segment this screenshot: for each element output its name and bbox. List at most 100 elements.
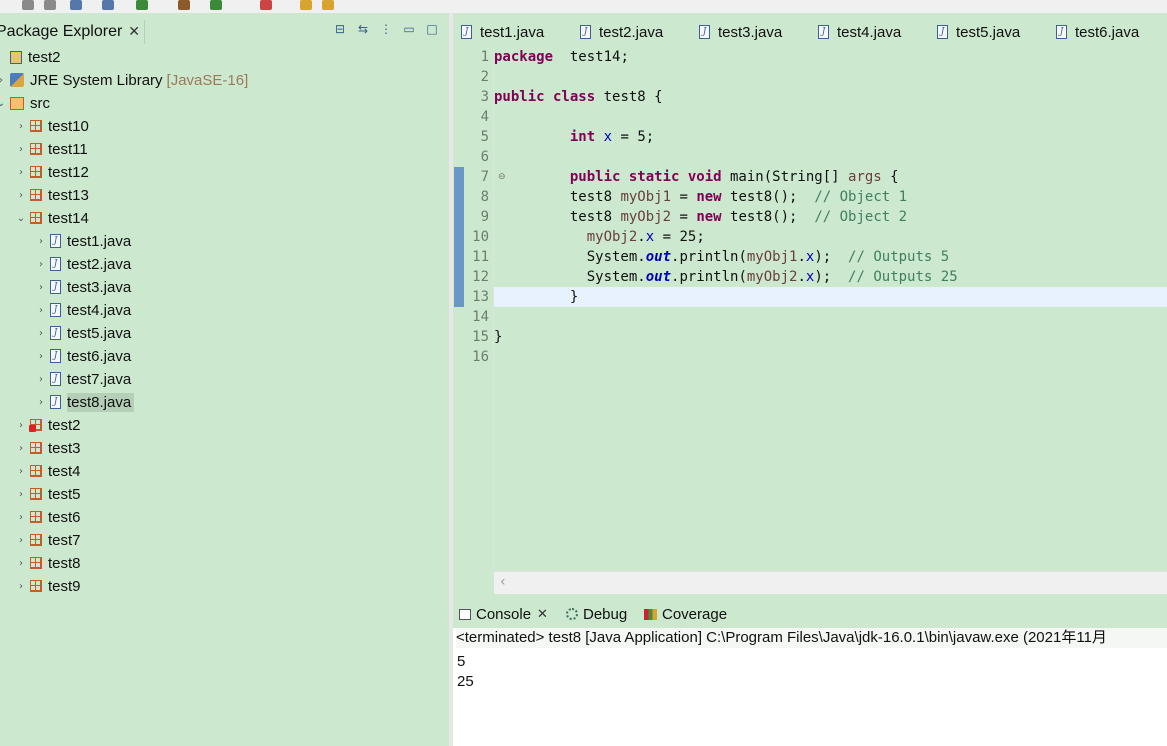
expand-toggle-icon[interactable]: › [36,236,46,247]
console-tab-coverage[interactable]: Coverage [644,604,727,624]
minimize-icon[interactable]: ▭ [402,22,416,36]
collapse-all-icon[interactable]: ⊟ [333,22,347,36]
tree-item-test6[interactable]: › test6 [16,506,81,528]
expand-toggle-icon[interactable]: › [16,512,26,523]
code-area[interactable]: package test14; public class test8 { int … [494,47,1167,571]
console-icon [459,608,471,620]
save-all-icon[interactable] [44,0,56,10]
tree-item-label: test5 [48,485,81,503]
code-token: ); [814,249,849,265]
expand-toggle-icon[interactable]: › [36,259,46,270]
tree-item-test8-java[interactable]: › Jtest8.java [36,391,135,413]
line-number: 14 [472,309,489,325]
tree-item-test3[interactable]: › test3 [16,437,81,459]
tree-item-test1-java[interactable]: › Jtest1.java [36,230,131,252]
tree-item-label: JRE System Library [30,71,163,89]
tree-item-test7-java[interactable]: › Jtest7.java [36,368,131,390]
expand-toggle-icon[interactable]: › [16,190,26,201]
search-icon[interactable] [102,0,114,10]
tree-item-test6-java[interactable]: › Jtest6.java [36,345,131,367]
java-file-icon: J [1056,25,1067,39]
code-token: new [696,209,722,225]
expand-toggle-icon[interactable]: › [36,397,46,408]
expand-toggle-icon[interactable]: › [16,558,26,569]
console-tab-console[interactable]: Console ✕ [459,604,548,624]
expand-toggle-icon[interactable]: › [16,144,26,155]
tree-item-test2[interactable]: test2 [0,46,61,68]
new-java-icon[interactable] [260,0,272,10]
expand-toggle-icon[interactable]: › [16,535,26,546]
tree-item-test9[interactable]: › test9 [16,575,81,597]
tree-item-test5-java[interactable]: › Jtest5.java [36,322,131,344]
expand-toggle-icon[interactable]: › [16,420,26,431]
expand-toggle-icon[interactable]: ⌄ [16,213,26,224]
coverage-icon[interactable] [210,0,222,10]
run-icon[interactable] [136,0,148,10]
nav-forward-icon[interactable] [322,0,334,10]
tree-item-test8[interactable]: › test8 [16,552,81,574]
tree-item-test5[interactable]: › test5 [16,483,81,505]
code-line: public static void main(String[] args { [494,167,899,187]
expand-toggle-icon[interactable]: › [16,581,26,592]
expand-toggle-icon[interactable]: › [16,489,26,500]
console-tab-debug[interactable]: Debug [566,604,627,624]
tab-test5-java[interactable]: Jtest5.java [937,19,1020,45]
code-token: } [494,329,503,345]
tab-test6-java[interactable]: Jtest6.java [1056,19,1139,45]
package-explorer-tab[interactable]: Package Explorer ✕ [0,20,145,44]
expand-toggle-icon[interactable]: ⌄ [0,98,6,109]
line-number: 15 [472,329,489,345]
console-tab-label: Console [476,605,532,623]
expand-toggle-icon[interactable]: › [36,282,46,293]
expand-toggle-icon[interactable]: › [36,328,46,339]
tree-item-test2-java[interactable]: › Jtest2.java [36,253,131,275]
expand-toggle-icon[interactable]: › [36,305,46,316]
tree-item-test14[interactable]: ⌄ test14 [16,207,89,229]
expand-toggle-icon[interactable]: › [16,167,26,178]
expand-toggle-icon[interactable]: › [0,75,6,86]
tree-item-test4[interactable]: › test4 [16,460,81,482]
code-token: } [494,289,579,305]
tree-item-jre-system-library[interactable]: › JRE System Library[JavaSE-16] [0,69,248,91]
tree-item-test7[interactable]: › test7 [16,529,81,551]
change-marker [454,167,464,307]
line-number: 16 [472,349,489,365]
package-error-icon [29,419,42,432]
tree-item-label: test8 [48,554,81,572]
tree-item-test12[interactable]: › test12 [16,161,89,183]
expand-toggle-icon[interactable]: › [16,466,26,477]
tab-test1-java[interactable]: Jtest1.java [461,19,544,45]
save-icon[interactable] [22,0,34,10]
tree-item-test13[interactable]: › test13 [16,184,89,206]
view-menu-icon[interactable]: ⋮ [379,22,393,36]
code-token: // Object 1 [814,189,908,205]
tree-item-test10[interactable]: › test10 [16,115,89,137]
maximize-icon[interactable]: □ [425,22,439,36]
tree-item-test11[interactable]: › test11 [16,138,88,160]
code-token: = [671,209,697,225]
tab-test4-java[interactable]: Jtest4.java [818,19,901,45]
package-icon [30,166,42,178]
package-explorer: Package Explorer ✕ ⊟ ⇆ ⋮ ▭ □ test2 › JRE S… [0,13,449,746]
expand-toggle-icon[interactable]: › [16,121,26,132]
link-editor-icon[interactable]: ⇆ [356,22,370,36]
horizontal-scrollbar[interactable]: ‹ [494,571,1167,594]
package-icon [30,143,42,155]
close-icon[interactable]: ✕ [537,607,548,622]
code-token: ); [814,269,849,285]
print-icon[interactable] [70,0,82,10]
tree-item-src[interactable]: ⌄ src [0,92,50,114]
expand-toggle-icon[interactable]: › [36,374,46,385]
scroll-left-icon[interactable]: ‹ [500,574,506,590]
code-token: = [671,189,697,205]
debug-icon[interactable] [178,0,190,10]
tree-item-test3-java[interactable]: › Jtest3.java [36,276,131,298]
tab-test3-java[interactable]: Jtest3.java [699,19,782,45]
tree-item-test4-java[interactable]: › Jtest4.java [36,299,131,321]
tree-item-test2[interactable]: › test2 [16,414,81,436]
tab-test2-java[interactable]: Jtest2.java [580,19,663,45]
expand-toggle-icon[interactable]: › [36,351,46,362]
nav-back-icon[interactable] [300,0,312,10]
expand-toggle-icon[interactable]: › [16,443,26,454]
close-icon[interactable]: ✕ [128,24,140,40]
